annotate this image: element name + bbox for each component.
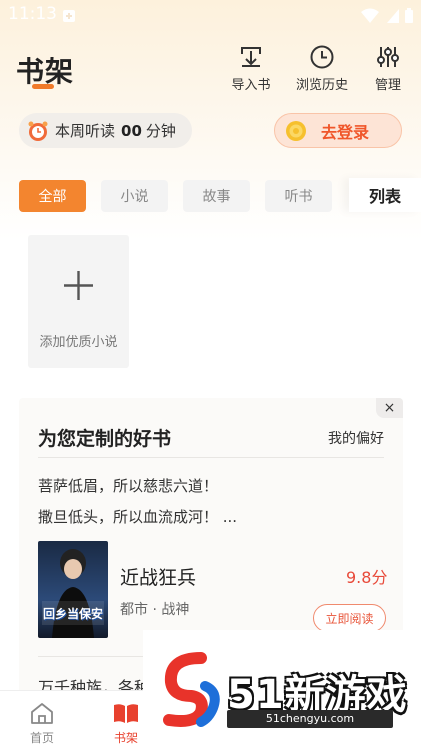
login-button[interactable]: 去登录	[274, 113, 402, 148]
tab-novel[interactable]: 小说	[101, 180, 168, 212]
nav-home-label: 首页	[29, 731, 54, 745]
listen-minutes: 00	[121, 121, 142, 140]
manage-button[interactable]: 管理	[358, 44, 418, 93]
manage-sliders-icon	[377, 47, 399, 67]
weekly-listen-stat[interactable]: 本周听读 00 分钟	[19, 113, 192, 148]
import-book-button[interactable]: 导入书	[221, 44, 281, 93]
listen-label: 本周听读	[55, 122, 116, 140]
listen-unit: 分钟	[145, 122, 176, 140]
bookshelf-icon	[114, 704, 138, 723]
add-book-label: 添加优质小说	[39, 335, 118, 350]
book-quote-line: 撒旦低头，所以血流成河！ ...	[38, 508, 238, 526]
my-preference-link[interactable]: 我的偏好	[328, 428, 384, 448]
alarm-clock-icon	[28, 121, 48, 141]
battery-icon	[404, 8, 414, 28]
book-quote-line: 菩萨低眉，所以慈悲六道！	[38, 477, 219, 495]
tab-audiobook[interactable]: 听书	[265, 180, 332, 212]
signal-icon	[386, 8, 400, 28]
list-view-toggle[interactable]: 列表	[349, 178, 421, 212]
notification-icon	[62, 8, 76, 27]
home-icon	[31, 703, 53, 724]
history-button[interactable]: 浏览历史	[292, 44, 352, 93]
book-tags: 都市 · 战神	[120, 602, 190, 618]
list-view-label: 列表	[369, 187, 402, 206]
close-recommendation-button[interactable]: ×	[376, 398, 403, 418]
gold-coin-icon	[286, 120, 306, 141]
tab-all[interactable]: 全部	[19, 180, 86, 212]
history-clock-icon	[310, 45, 334, 69]
site-watermark: 51新游戏 51chengyu.com	[143, 630, 421, 750]
wifi-icon	[360, 8, 380, 28]
book-cover[interactable]: 回乡当保安	[38, 541, 108, 638]
book-score: 9.8分	[346, 568, 388, 587]
manage-label: 管理	[374, 78, 401, 93]
tab-story[interactable]: 故事	[183, 180, 250, 212]
plus-icon	[64, 271, 93, 300]
status-bar: 11:13	[0, 0, 421, 30]
book-title[interactable]: 近战狂兵	[120, 563, 196, 590]
watermark-logo-icon	[163, 652, 220, 727]
history-label: 浏览历史	[295, 78, 348, 93]
read-now-button[interactable]: 立即阅读	[313, 604, 386, 632]
recommendation-title: 为您定制的好书	[38, 428, 172, 450]
title-underline	[32, 84, 54, 89]
watermark-url: 51chengyu.com	[227, 710, 393, 728]
status-time: 11:13	[8, 4, 57, 24]
login-label: 去登录	[321, 122, 370, 142]
book-cover-title: 回乡当保安	[42, 607, 103, 621]
nav-home[interactable]: 首页	[12, 701, 72, 746]
divider	[38, 457, 384, 458]
import-book-icon	[241, 47, 261, 67]
add-book-tile[interactable]: 添加优质小说	[28, 235, 129, 368]
import-book-label: 导入书	[231, 78, 271, 93]
